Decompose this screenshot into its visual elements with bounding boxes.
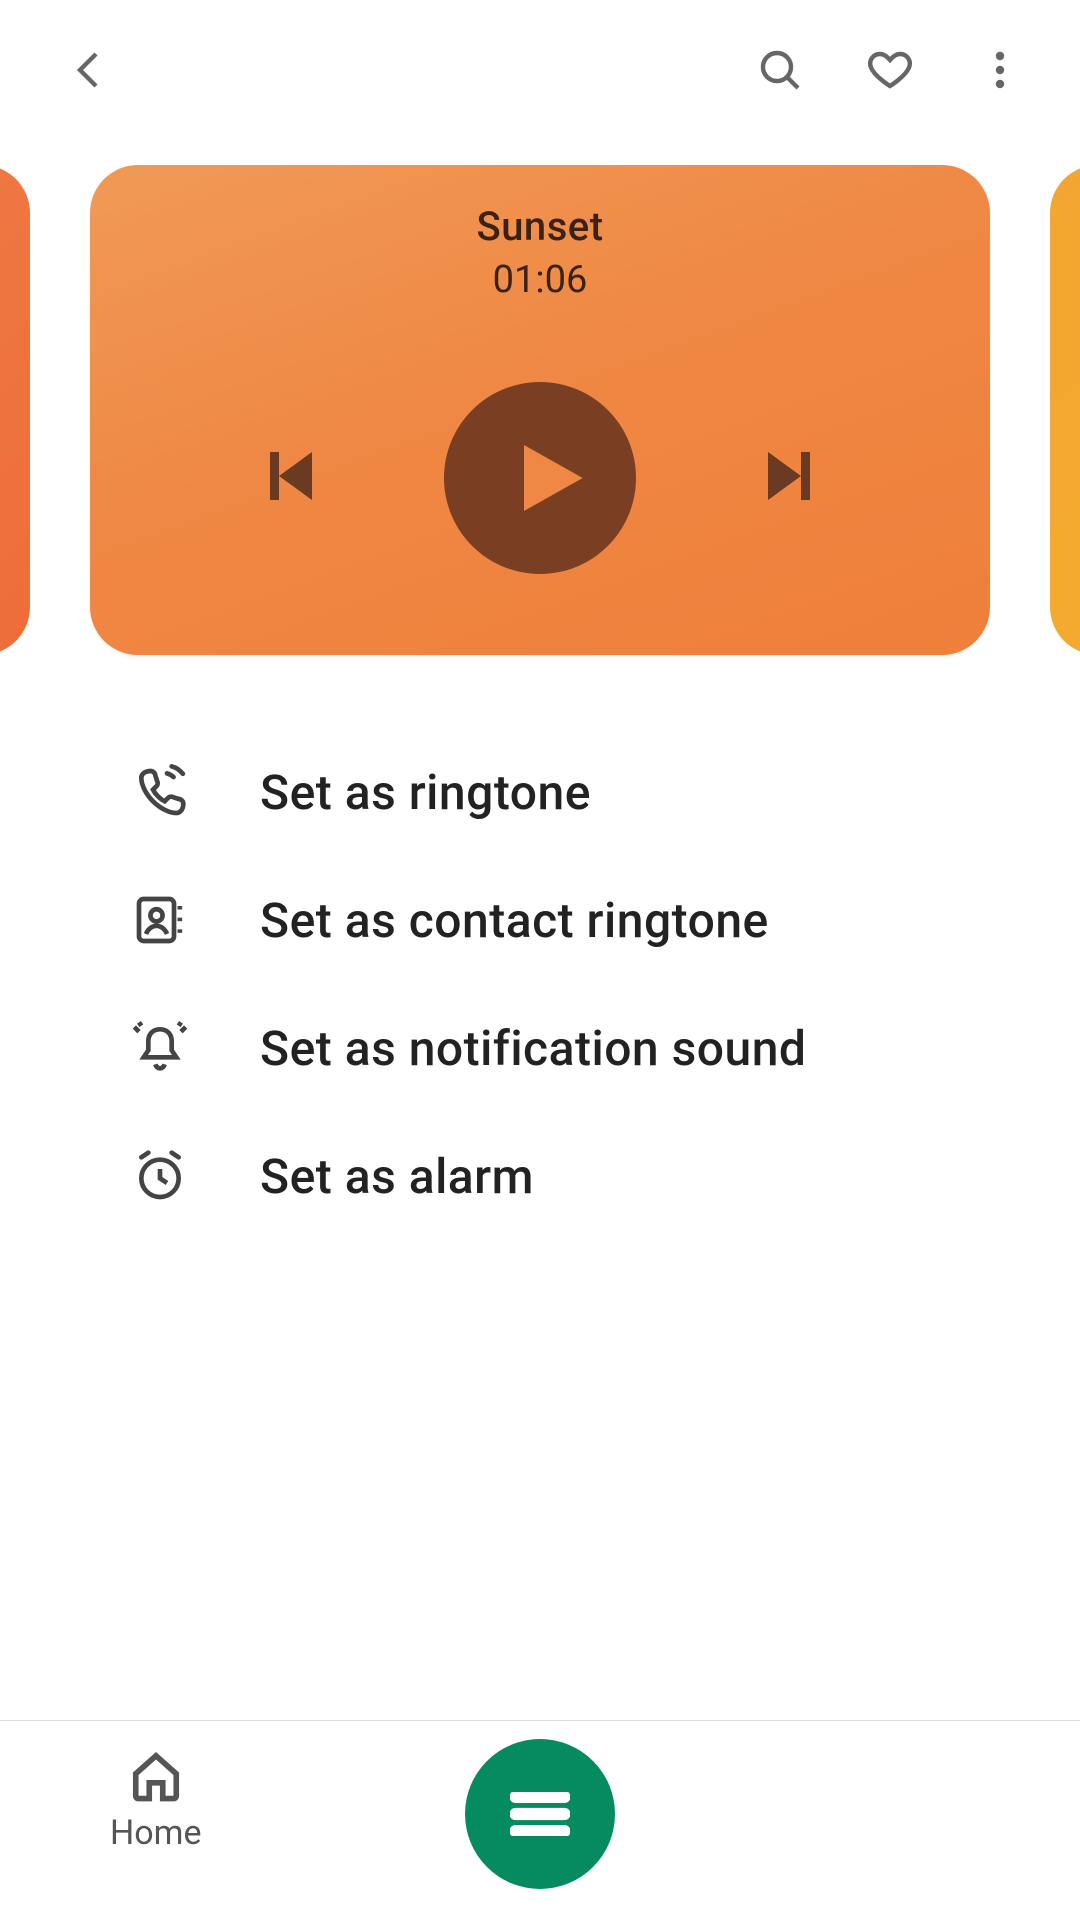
set-as-options: Set as ringtone Set as contact ringtone …	[0, 728, 1080, 1240]
search-button[interactable]	[750, 40, 810, 100]
option-label: Set as contact ringtone	[260, 892, 769, 949]
previous-track-button[interactable]	[252, 432, 324, 524]
home-icon	[129, 1749, 183, 1803]
option-set-notification[interactable]: Set as notification sound	[130, 984, 960, 1112]
track-duration: 01:06	[493, 258, 588, 302]
player-card: Sunset 01:06	[90, 165, 990, 655]
skip-previous-icon	[252, 432, 324, 520]
search-icon	[756, 46, 804, 94]
option-set-ringtone[interactable]: Set as ringtone	[130, 728, 960, 856]
option-set-contact-ringtone[interactable]: Set as contact ringtone	[130, 856, 960, 984]
chevron-left-icon	[66, 46, 114, 94]
app-topbar	[0, 0, 1080, 120]
option-label: Set as notification sound	[260, 1020, 806, 1077]
player-carousel: Sunset 01:06	[0, 160, 1080, 660]
option-label: Set as ringtone	[260, 764, 591, 821]
heart-icon	[866, 46, 914, 94]
bottom-nav: Home	[0, 1720, 1080, 1920]
hamburger-icon	[510, 1792, 570, 1836]
track-title: Sunset	[476, 203, 603, 250]
play-button[interactable]	[444, 382, 636, 574]
bell-ring-icon	[132, 1020, 188, 1076]
alarm-clock-icon	[132, 1148, 188, 1204]
favorite-button[interactable]	[860, 40, 920, 100]
prev-card-peek[interactable]	[0, 165, 30, 655]
playback-controls	[252, 382, 828, 574]
play-icon	[502, 434, 590, 522]
option-label: Set as alarm	[260, 1148, 534, 1205]
nav-home[interactable]: Home	[110, 1749, 202, 1853]
more-vertical-icon	[976, 46, 1024, 94]
next-card-peek[interactable]	[1050, 165, 1080, 655]
next-track-button[interactable]	[756, 432, 828, 524]
nav-home-label: Home	[110, 1813, 202, 1853]
contact-card-icon	[132, 892, 188, 948]
more-button[interactable]	[970, 40, 1030, 100]
skip-next-icon	[756, 432, 828, 520]
phone-ring-icon	[132, 764, 188, 820]
option-set-alarm[interactable]: Set as alarm	[130, 1112, 960, 1240]
back-button[interactable]	[60, 40, 120, 100]
menu-fab[interactable]	[465, 1739, 615, 1889]
